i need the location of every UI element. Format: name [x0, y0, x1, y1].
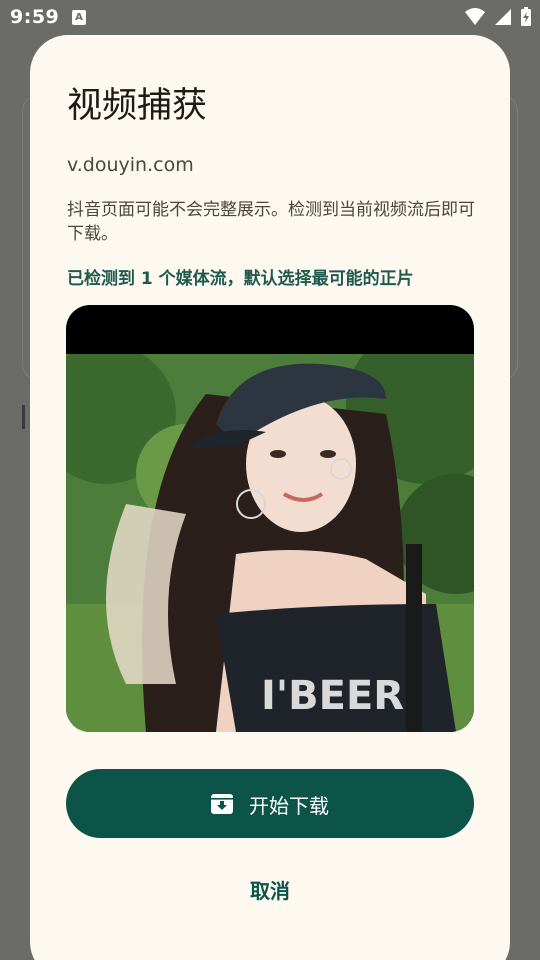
video-thumbnail-image: I'BEER [66, 354, 474, 732]
battery-charging-icon [521, 7, 531, 26]
notification-icon: A [72, 10, 86, 25]
download-box-icon [211, 794, 233, 814]
status-icons [462, 7, 532, 27]
detection-status: 已检测到 1 个媒体流，默认选择最可能的正片 [67, 269, 414, 289]
video-preview[interactable]: I'BEER [66, 305, 474, 732]
wifi-icon [464, 8, 485, 25]
cancel-button-label: 取消 [250, 879, 290, 903]
video-frame: I'BEER [66, 354, 474, 732]
source-url: v.douyin.com [67, 154, 194, 176]
dialog-title: 视频捕获 [67, 86, 208, 126]
svg-text:I'BEER: I'BEER [261, 673, 404, 719]
video-capture-dialog: 视频捕获 v.douyin.com 抖音页面可能不会完整展示。检测到当前视频流后… [30, 35, 510, 960]
download-button-label: 开始下载 [249, 794, 329, 818]
cancel-button[interactable]: 取消 [220, 871, 320, 911]
status-time: 9:59 [10, 6, 60, 28]
start-download-button[interactable]: 开始下载 [66, 769, 474, 838]
dialog-description: 抖音页面可能不会完整展示。检测到当前视频流后即可下载。 [67, 200, 475, 244]
status-bar: 9:59 A [0, 0, 540, 36]
signal-icon [494, 9, 511, 25]
